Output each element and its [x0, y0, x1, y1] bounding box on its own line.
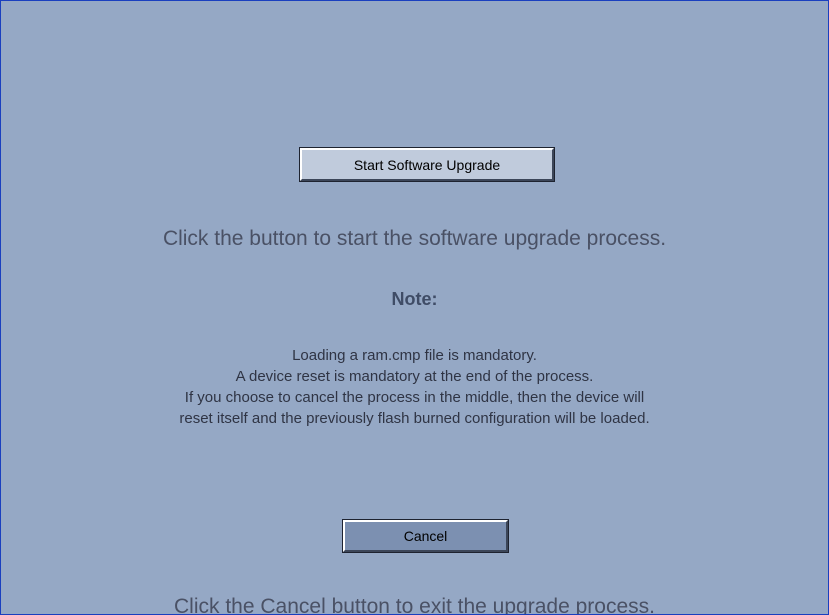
- note-line: Loading a ram.cmp file is mandatory.: [292, 347, 537, 364]
- note-line: If you choose to cancel the process in t…: [184, 389, 645, 406]
- upgrade-panel: Start Software Upgrade Click the button …: [0, 0, 829, 615]
- note-line: A device reset is mandatory at the end o…: [235, 368, 594, 385]
- note-body: Loading a ram.cmp file is mandatory. A d…: [1, 345, 828, 429]
- start-instruction-text: Click the button to start the software u…: [162, 227, 667, 250]
- note-title: Note:: [391, 289, 438, 309]
- cancel-button[interactable]: Cancel: [342, 519, 509, 553]
- note-line: reset itself and the previously flash bu…: [179, 410, 650, 427]
- start-software-upgrade-button[interactable]: Start Software Upgrade: [299, 147, 555, 182]
- cancel-instruction-text: Click the Cancel button to exit the upgr…: [174, 595, 655, 615]
